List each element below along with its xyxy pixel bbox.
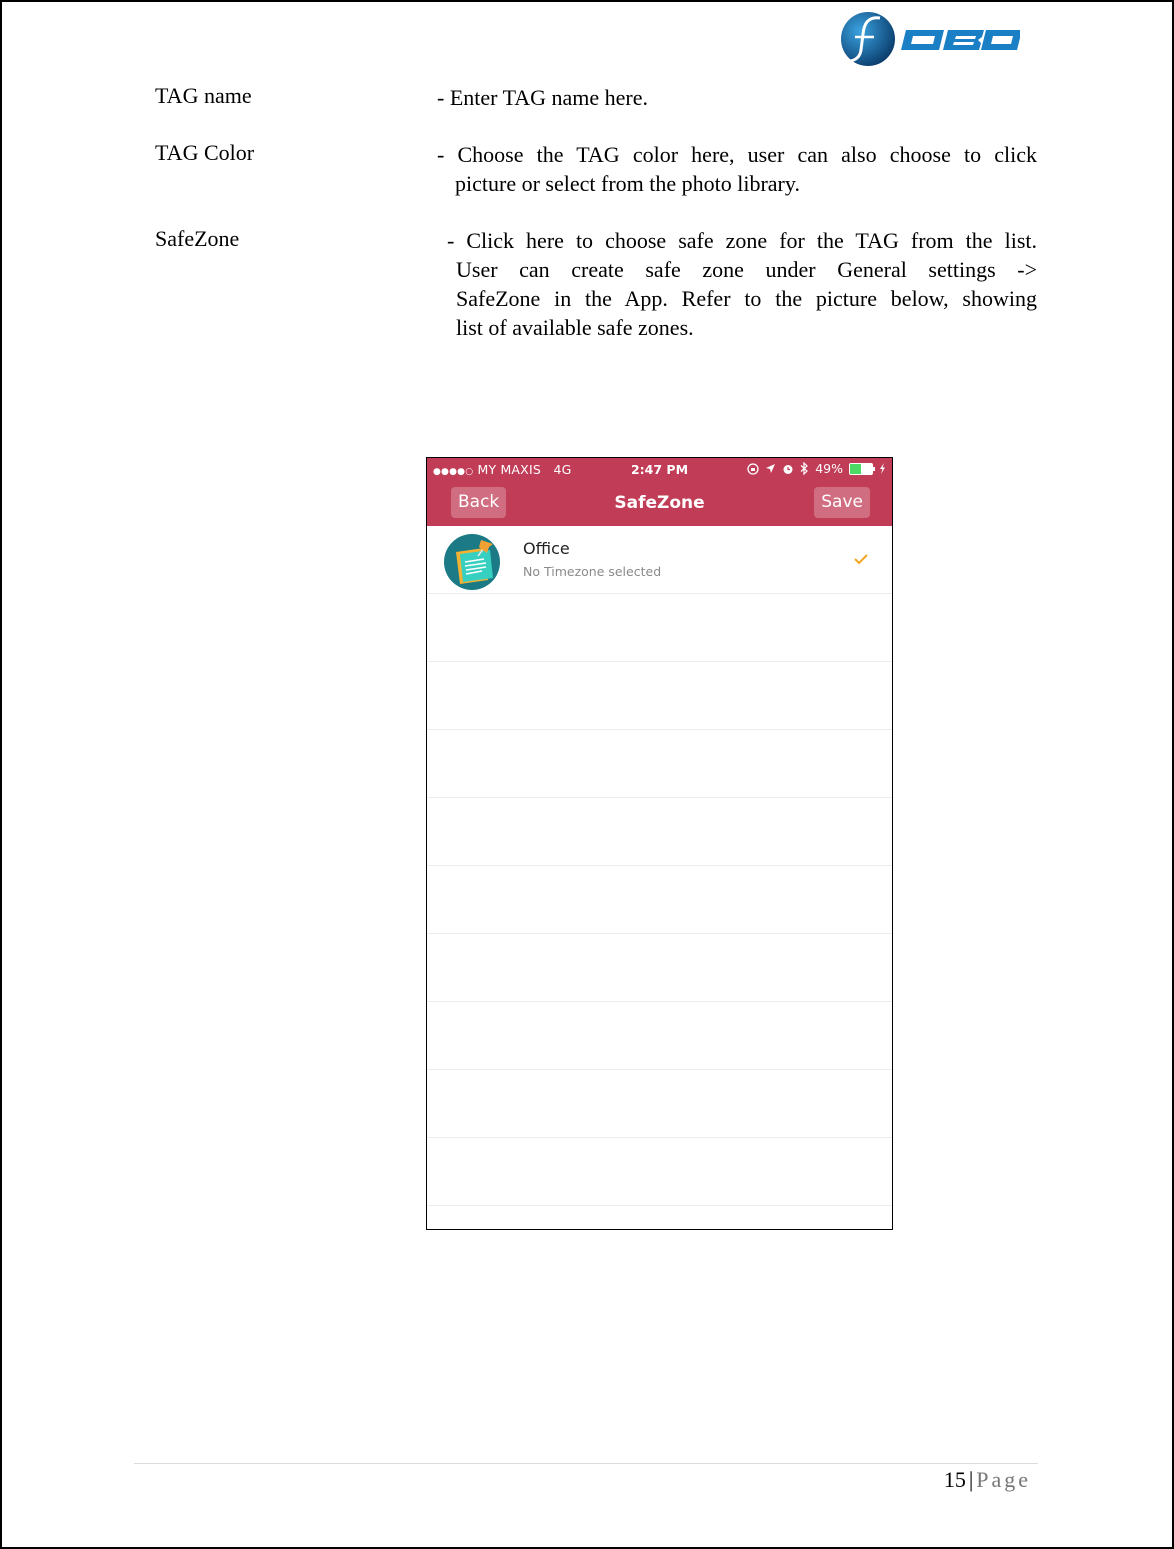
alarm-icon [783, 464, 793, 474]
empty-list-row [427, 798, 892, 866]
empty-list-row [427, 1138, 892, 1206]
nav-bar: Back SafeZone Save [427, 481, 892, 526]
battery-fill [850, 463, 861, 474]
battery-percent: 49% [815, 461, 843, 476]
term-safezone: SafeZone [155, 226, 240, 251]
empty-list-row [427, 594, 892, 662]
empty-list-row [427, 934, 892, 1002]
page-footer: 15 | Page [944, 1467, 1031, 1493]
save-button[interactable]: Save [814, 487, 870, 518]
page-label: Page [976, 1467, 1031, 1492]
safezone-name: Office [523, 539, 570, 558]
footer-rule [134, 1463, 1038, 1464]
status-bar: ●●●●○ MY MAXIS 4G 2:47 PM 49% [427, 458, 892, 481]
empty-list-row [427, 1070, 892, 1138]
footer-separator: | [968, 1467, 974, 1492]
empty-rows [427, 594, 892, 1206]
location-arrow-icon [766, 464, 776, 473]
status-icons: 49% [747, 461, 886, 476]
empty-list-row [427, 1002, 892, 1070]
fobo-logo [841, 12, 1020, 66]
desc-tag-name: - Enter TAG name here. [437, 85, 649, 110]
safezone-screenshot: ●●●●○ MY MAXIS 4G 2:47 PM 49% Back SafeZ… [426, 457, 893, 1230]
term-tag-color: TAG Color [155, 140, 255, 165]
desc-tag-color: - Choose the TAG color here, user can al… [437, 142, 1037, 196]
safezone-timezone: No Timezone selected [523, 564, 662, 579]
safezone-list: Office No Timezone selected [427, 526, 892, 1206]
lightning-icon [880, 463, 885, 474]
page-number: 15 [943, 1467, 966, 1492]
term-tag-name: TAG name [155, 83, 252, 108]
empty-list-row [427, 866, 892, 934]
rotation-lock-icon [747, 462, 759, 475]
desc-safezone: - Click here to choose safe zone for the… [447, 228, 1037, 340]
empty-list-row [427, 730, 892, 798]
safezone-item-office[interactable]: Office No Timezone selected [427, 526, 892, 594]
bluetooth-icon [800, 462, 809, 475]
checkmark-icon [854, 554, 868, 565]
empty-list-row [427, 662, 892, 730]
battery-icon [849, 462, 875, 475]
sticky-note-icon [444, 534, 500, 590]
